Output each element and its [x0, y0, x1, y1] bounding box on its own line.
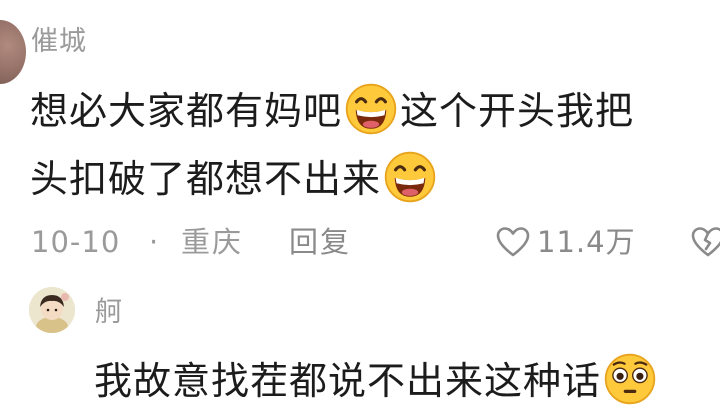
reply-username[interactable]: 舸: [95, 295, 122, 331]
reply-text: 我故意找茬都说不出来这种话: [94, 352, 657, 405]
meta-separator: ·: [149, 225, 159, 259]
comment-thread: 催城 想必大家都有妈吧 这个开头我把 头扣破了都想不出来 10-10 · 重庆 回…: [0, 0, 720, 405]
broken-heart-icon[interactable]: [691, 226, 720, 258]
comment-meta-row: 10-10 · 重庆 回复 11.4万: [31, 220, 720, 264]
comment-text-segment: 头扣破了都想不出来: [30, 157, 382, 201]
reply-avatar[interactable]: [29, 287, 75, 333]
comment-time: 10-10: [31, 225, 121, 259]
avatar-image: [29, 287, 75, 333]
reply-text-segment: 我故意找茬都说不出来这种话: [94, 359, 602, 403]
grinning-squinting-face-icon: [345, 83, 397, 135]
heart-outline-icon[interactable]: [496, 226, 530, 258]
reply-button[interactable]: 回复: [289, 220, 351, 264]
comment-text-segment: 这个开头我把: [400, 89, 635, 133]
avatar[interactable]: [0, 20, 26, 84]
comment-text-segment: 想必大家都有妈吧: [30, 89, 343, 133]
comment-username[interactable]: 催城: [31, 24, 87, 60]
like-count: 11.4万: [537, 225, 636, 259]
flushed-face-icon: [604, 353, 656, 405]
comment-location: 重庆: [181, 225, 244, 259]
grinning-squinting-face-icon: [384, 151, 436, 203]
comment-text-line-2: 头扣破了都想不出来: [30, 150, 439, 204]
comment-text-line-1: 想必大家都有妈吧 这个开头我把: [30, 82, 634, 136]
